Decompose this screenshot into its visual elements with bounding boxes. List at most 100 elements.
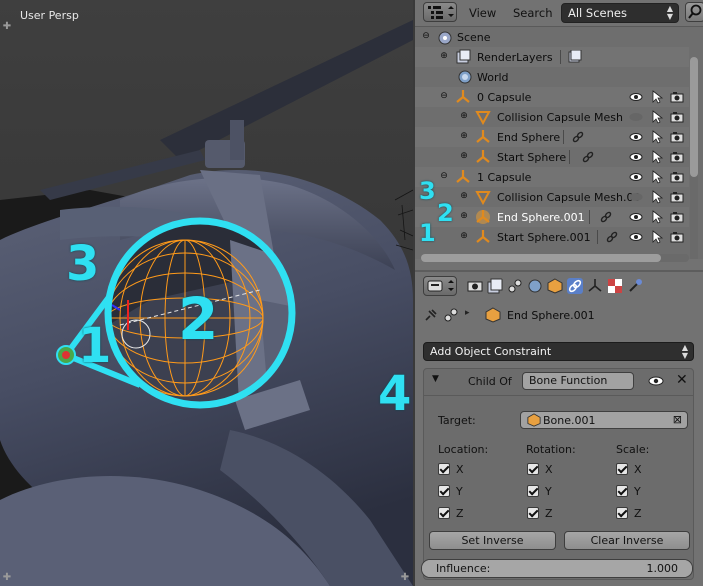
render-camera-icon[interactable] (670, 170, 684, 184)
outliner-row-scene[interactable]: ⊖ Scene (415, 27, 689, 47)
axis-label: Y (456, 485, 463, 498)
cursor-icon[interactable] (650, 90, 664, 104)
outliner-row-0-capsule[interactable]: ⊖ 0 Capsule (415, 87, 689, 107)
render-tab-icon[interactable] (467, 278, 483, 294)
outliner-tree[interactable]: ⊖ Scene ⊕ RenderLayers World ⊖ 0 Capsule (415, 27, 703, 259)
outliner-row-start-sphere-001[interactable]: ⊕ Start Sphere.001 (415, 227, 689, 247)
cursor-icon[interactable] (650, 210, 664, 224)
editor-type-button[interactable] (423, 276, 457, 296)
outliner-row-start-sphere[interactable]: ⊕ Start Sphere (415, 147, 689, 167)
constraints-tab-icon[interactable] (567, 278, 583, 294)
location-x-checkbox[interactable] (438, 463, 450, 475)
render-camera-icon[interactable] (670, 130, 684, 144)
cursor-icon[interactable] (650, 190, 664, 204)
object-tab-icon[interactable] (547, 278, 563, 294)
world-tab-icon[interactable] (527, 278, 543, 294)
constraint-link-icon[interactable] (605, 230, 619, 244)
outliner-row-collision-mesh[interactable]: ⊕ Collision Capsule Mesh (415, 107, 689, 127)
corner-plus-icon[interactable]: ✚ (400, 573, 410, 583)
mesh-icon (475, 111, 491, 125)
search-menu[interactable]: Search (513, 6, 553, 20)
texture-tab-icon[interactable] (607, 278, 623, 294)
collapse-icon[interactable]: ⊖ (421, 31, 431, 41)
corner-plus-icon[interactable]: ✚ (2, 22, 12, 32)
scrollbar-thumb[interactable] (690, 57, 698, 177)
display-mode-dropdown[interactable]: All Scenes ▲ ▼ (561, 3, 679, 23)
outliner-row-world[interactable]: World (415, 67, 689, 87)
render-camera-icon[interactable] (670, 110, 684, 124)
expand-icon[interactable]: ⊕ (459, 231, 469, 241)
influence-slider[interactable]: Influence: 1.000 (421, 559, 693, 578)
axis-label: Y (634, 485, 641, 498)
collapse-icon[interactable]: ⊖ (439, 171, 449, 181)
object-data-tab-icon[interactable] (587, 278, 603, 294)
rotation-y-checkbox[interactable] (527, 485, 539, 497)
rotation-x-checkbox[interactable] (527, 463, 539, 475)
eye-icon[interactable] (648, 374, 664, 388)
cursor-icon[interactable] (650, 130, 664, 144)
expand-icon[interactable]: ⊕ (459, 151, 469, 161)
view-menu[interactable]: View (469, 6, 496, 20)
render-camera-icon[interactable] (670, 210, 684, 224)
scene-tab-icon[interactable] (507, 278, 523, 294)
scale-y-checkbox[interactable] (616, 485, 628, 497)
eye-icon[interactable] (629, 210, 643, 224)
pin-icon[interactable] (423, 307, 439, 323)
separator (589, 210, 590, 224)
expand-icon[interactable]: ⊕ (459, 131, 469, 141)
outliner-row-end-sphere-001[interactable]: ⊕ End Sphere.001 (415, 207, 689, 227)
cursor-icon[interactable] (650, 110, 664, 124)
constraint-name-field[interactable]: Bone Function (522, 372, 634, 390)
expand-icon[interactable]: ⊕ (439, 51, 449, 61)
collapse-arrow-icon[interactable]: ▼ (432, 374, 439, 384)
eye-icon[interactable] (629, 170, 643, 184)
editor-type-button[interactable] (423, 2, 457, 22)
constraint-link-icon[interactable] (599, 210, 613, 224)
constraint-link-icon[interactable] (581, 150, 595, 164)
render-camera-icon[interactable] (670, 150, 684, 164)
collapse-icon[interactable]: ⊖ (439, 91, 449, 101)
expand-icon[interactable]: ⊕ (459, 191, 469, 201)
render-camera-icon[interactable] (670, 190, 684, 204)
cursor-icon[interactable] (650, 230, 664, 244)
physics-tab-icon[interactable] (627, 278, 643, 294)
empty-object-icon (476, 130, 490, 143)
expand-icon[interactable]: ⊕ (459, 211, 469, 221)
location-y-checkbox[interactable] (438, 485, 450, 497)
outliner-row-end-sphere[interactable]: ⊕ End Sphere (415, 127, 689, 147)
cursor-icon[interactable] (650, 150, 664, 164)
constraint-link-icon[interactable] (571, 130, 585, 144)
clear-target-icon[interactable]: ⊠ (673, 413, 682, 426)
search-toggle-button[interactable] (685, 2, 703, 22)
set-inverse-button[interactable]: Set Inverse (429, 531, 556, 550)
eye-closed-icon[interactable] (629, 110, 643, 124)
cursor-icon[interactable] (650, 170, 664, 184)
outliner-row-renderlayers[interactable]: ⊕ RenderLayers (415, 47, 689, 67)
expand-icon[interactable]: ⊕ (459, 111, 469, 121)
scrollbar-thumb[interactable] (421, 254, 661, 262)
viewport-view-label: User Persp (20, 9, 79, 22)
outliner-row-collision-mesh-001[interactable]: ⊕ Collision Capsule Mesh.00 (415, 187, 689, 207)
add-object-constraint-dropdown[interactable]: Add Object Constraint ▲ ▼ (423, 342, 694, 361)
outliner-vertical-scrollbar[interactable] (690, 57, 698, 259)
corner-plus-icon[interactable]: ✚ (2, 573, 12, 583)
renderlayers-tab-icon[interactable] (487, 278, 503, 294)
outliner-horizontal-scrollbar[interactable] (421, 254, 689, 262)
render-camera-icon[interactable] (670, 90, 684, 104)
eye-icon[interactable] (629, 230, 643, 244)
rotation-z-checkbox[interactable] (527, 507, 539, 519)
clear-inverse-button[interactable]: Clear Inverse (564, 531, 690, 550)
outliner-row-1-capsule[interactable]: ⊖ 1 Capsule (415, 167, 689, 187)
eye-icon[interactable] (629, 150, 643, 164)
renderlayer-icon[interactable] (568, 50, 582, 64)
eye-closed-icon[interactable] (629, 190, 643, 204)
scale-z-checkbox[interactable] (616, 507, 628, 519)
target-field[interactable]: Bone.001 ⊠ (520, 411, 688, 429)
close-icon[interactable]: ✕ (676, 372, 688, 388)
3d-viewport[interactable]: User Persp ✚ ✚ ✚ 3 1 2 4 (0, 0, 413, 586)
render-camera-icon[interactable] (670, 230, 684, 244)
eye-icon[interactable] (629, 130, 643, 144)
location-z-checkbox[interactable] (438, 507, 450, 519)
scale-x-checkbox[interactable] (616, 463, 628, 475)
eye-icon[interactable] (629, 90, 643, 104)
